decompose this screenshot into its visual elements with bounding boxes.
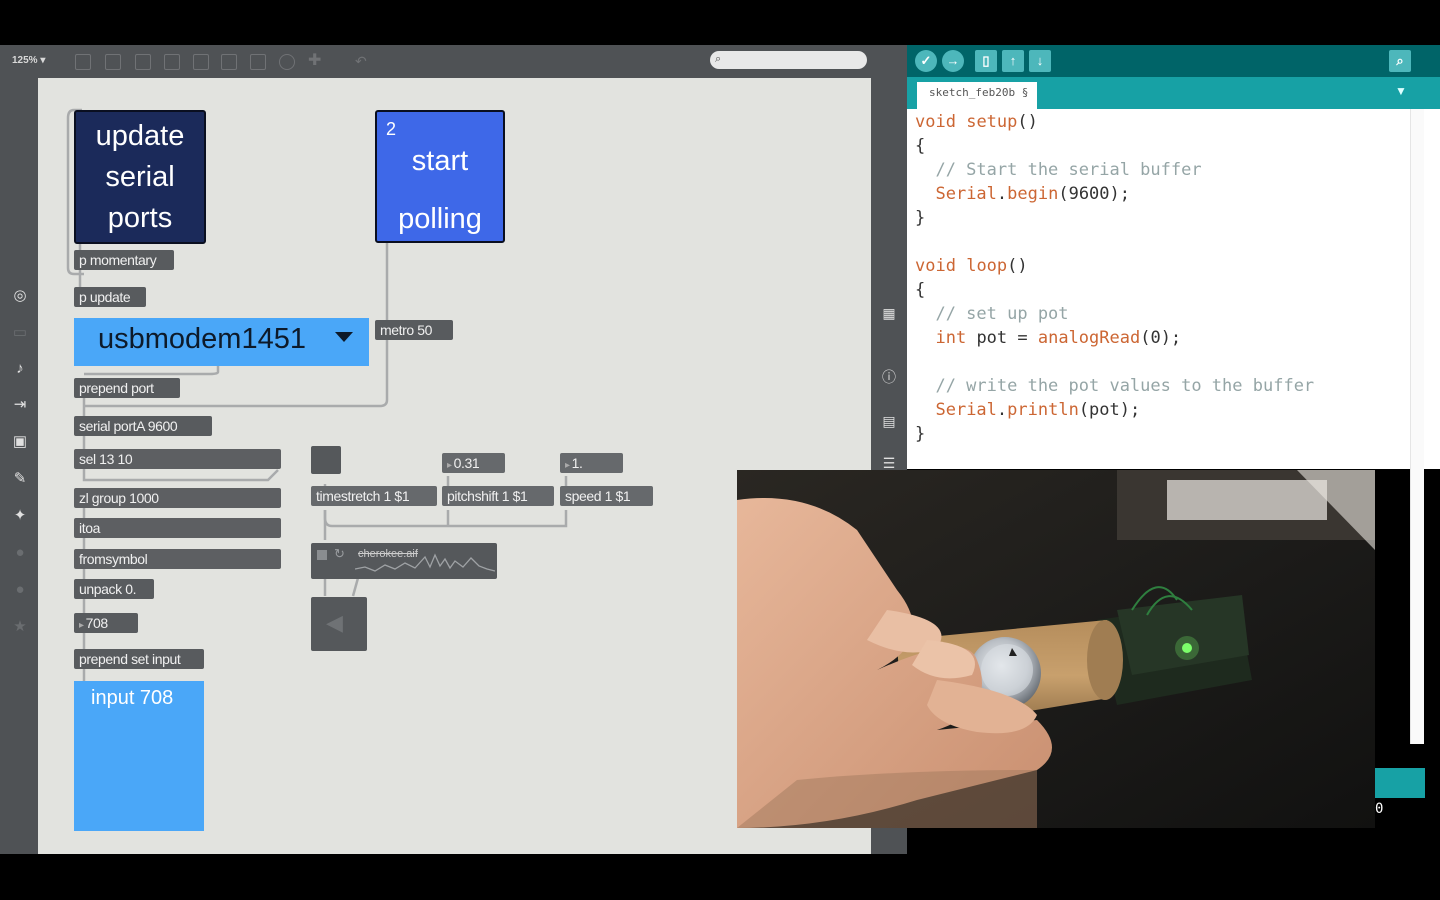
serial-port-menu-value: usbmodem1451 bbox=[98, 323, 306, 355]
toggle-box[interactable] bbox=[311, 446, 341, 474]
slider-icon[interactable] bbox=[250, 54, 266, 70]
sfplay-waveform[interactable]: ↻ cherokee.aif bbox=[311, 543, 497, 579]
speed-message[interactable]: speed 1 $1 bbox=[560, 486, 653, 506]
paperclip-icon[interactable]: ✎ bbox=[11, 470, 29, 488]
new-message-icon[interactable] bbox=[105, 54, 121, 70]
console-output: 0 bbox=[1375, 801, 1384, 817]
tab-sketch-label: sketch_feb20b § bbox=[929, 86, 1029, 99]
webcam-video-overlay bbox=[737, 470, 1375, 828]
arduino-toolbar: ✓ → ▯ ↑ ↓ ⌕ bbox=[907, 45, 1440, 77]
metro-object[interactable]: metro 50 bbox=[375, 320, 453, 340]
code-text: void setup() { // Start the serial buffe… bbox=[915, 110, 1314, 446]
number-icon[interactable] bbox=[221, 54, 237, 70]
loop-icon bbox=[317, 550, 327, 560]
serial-monitor-icon[interactable]: ⌕ bbox=[1389, 50, 1411, 72]
code-line-13: Serial.println(pot); bbox=[935, 400, 1141, 420]
number-box-speed[interactable]: 1. bbox=[560, 453, 623, 473]
chevron-down-icon bbox=[335, 332, 353, 342]
prepend-set-object[interactable]: prepend set input bbox=[74, 649, 204, 669]
globe-alt-icon[interactable]: ● bbox=[11, 581, 29, 599]
code-line-10: int pot = analogRead(0); bbox=[935, 328, 1182, 348]
window-icon[interactable]: ▭ bbox=[11, 324, 29, 342]
number-box-timescale[interactable]: 0.31 bbox=[442, 453, 505, 473]
arduino-tab-bar: sketch_feb20b § ▼ bbox=[907, 77, 1440, 109]
left-sidebar: ◎ ▭ ♪ ⇥ ▣ ✎ ✦ ● ● ★ bbox=[0, 78, 38, 854]
button-icon[interactable] bbox=[164, 54, 180, 70]
book-icon[interactable]: ▤ bbox=[879, 413, 899, 431]
code-editor[interactable]: void setup() { // Start the serial buffe… bbox=[907, 109, 1440, 469]
upload-icon[interactable]: → bbox=[942, 50, 964, 72]
timestretch-message[interactable]: timestretch 1 $1 bbox=[311, 486, 437, 506]
code-line-9: // set up pot bbox=[915, 304, 1069, 324]
sel-object[interactable]: sel 13 10 bbox=[74, 449, 281, 469]
save-sketch-icon[interactable]: ↓ bbox=[1029, 50, 1051, 72]
search-field[interactable]: ⌕ bbox=[710, 51, 867, 69]
image-icon[interactable]: ▣ bbox=[11, 433, 29, 451]
target-icon[interactable]: ◎ bbox=[11, 287, 29, 305]
pitchshift-message[interactable]: pitchshift 1 $1 bbox=[442, 486, 554, 506]
zl-group-object[interactable]: zl group 1000 bbox=[74, 488, 281, 508]
editor-scrollbar[interactable] bbox=[1410, 109, 1424, 744]
max-toolbar: 125% ▾ ✚ ↶ ⌕ bbox=[0, 45, 880, 78]
prepend-port-object[interactable]: prepend port bbox=[74, 378, 180, 398]
toggle-icon[interactable] bbox=[193, 54, 209, 70]
potentiometer-photo bbox=[737, 470, 1375, 828]
comment-icon[interactable] bbox=[135, 54, 151, 70]
new-sketch-icon[interactable]: ▯ bbox=[975, 50, 997, 72]
music-note-icon[interactable]: ♪ bbox=[11, 360, 29, 378]
start-polling-button[interactable]: 2 start polling bbox=[375, 110, 505, 243]
tab-sketch-feb20b[interactable]: sketch_feb20b § bbox=[917, 82, 1037, 109]
undo-icon[interactable]: ↶ bbox=[355, 54, 371, 70]
p-update-object[interactable]: p update bbox=[74, 287, 146, 307]
start-polling-label: start polling bbox=[398, 145, 482, 235]
step-icon[interactable]: ⇥ bbox=[11, 396, 29, 414]
serial-object[interactable]: serial portA 9600 bbox=[74, 416, 212, 436]
code-line-2: { bbox=[915, 136, 926, 156]
code-line-14: } bbox=[915, 424, 926, 444]
fromsymbol-object[interactable]: fromsymbol bbox=[74, 549, 281, 569]
arduino-status-bar bbox=[1375, 768, 1425, 798]
new-object-icon[interactable] bbox=[75, 54, 91, 70]
itoa-object[interactable]: itoa bbox=[74, 518, 281, 538]
update-serial-ports-button[interactable]: update serial ports bbox=[74, 110, 206, 244]
star-icon[interactable]: ★ bbox=[11, 618, 29, 636]
code-line-4: Serial.begin(9600); bbox=[935, 184, 1130, 204]
input-display-panel: input 708 bbox=[74, 681, 204, 831]
plus-icon[interactable]: ✚ bbox=[308, 53, 324, 70]
arduino-console: 0 bbox=[1375, 798, 1425, 854]
verify-icon[interactable]: ✓ bbox=[915, 50, 937, 72]
code-line-5: } bbox=[915, 208, 926, 228]
tab-menu-icon[interactable]: ▼ bbox=[1395, 84, 1407, 98]
speaker-dac[interactable]: ◀ bbox=[311, 597, 367, 651]
globe-icon[interactable]: ● bbox=[11, 544, 29, 562]
p-momentary-object[interactable]: p momentary bbox=[74, 250, 174, 270]
zoom-level[interactable]: 125% ▾ bbox=[12, 55, 45, 66]
speaker-icon: ◀ bbox=[326, 610, 343, 635]
serial-port-menu[interactable]: usbmodem1451 bbox=[74, 318, 369, 366]
grid-icon[interactable]: ▦ bbox=[879, 305, 899, 323]
search-icon: ⌕ bbox=[715, 53, 722, 65]
puzzle-icon[interactable]: ✦ bbox=[11, 507, 29, 525]
dial-icon[interactable] bbox=[279, 54, 295, 70]
open-sketch-icon[interactable]: ↑ bbox=[1002, 50, 1024, 72]
code-line-1: void setup() bbox=[915, 112, 1038, 132]
code-line-8: { bbox=[915, 280, 926, 300]
number-box-708[interactable]: 708 bbox=[74, 613, 138, 633]
code-line-3: // Start the serial buffer bbox=[915, 160, 1202, 180]
update-serial-ports-label: update serial ports bbox=[95, 120, 185, 234]
unpack-object[interactable]: unpack 0. bbox=[74, 579, 154, 599]
waveform-graphic bbox=[355, 553, 495, 572]
code-line-12: // write the pot values to the buffer bbox=[915, 376, 1315, 396]
input-display-text: input 708 bbox=[91, 687, 174, 709]
info-icon[interactable]: ⓘ bbox=[879, 367, 899, 385]
code-line-7: void loop() bbox=[915, 256, 1028, 276]
refresh-icon: ↻ bbox=[334, 546, 345, 561]
